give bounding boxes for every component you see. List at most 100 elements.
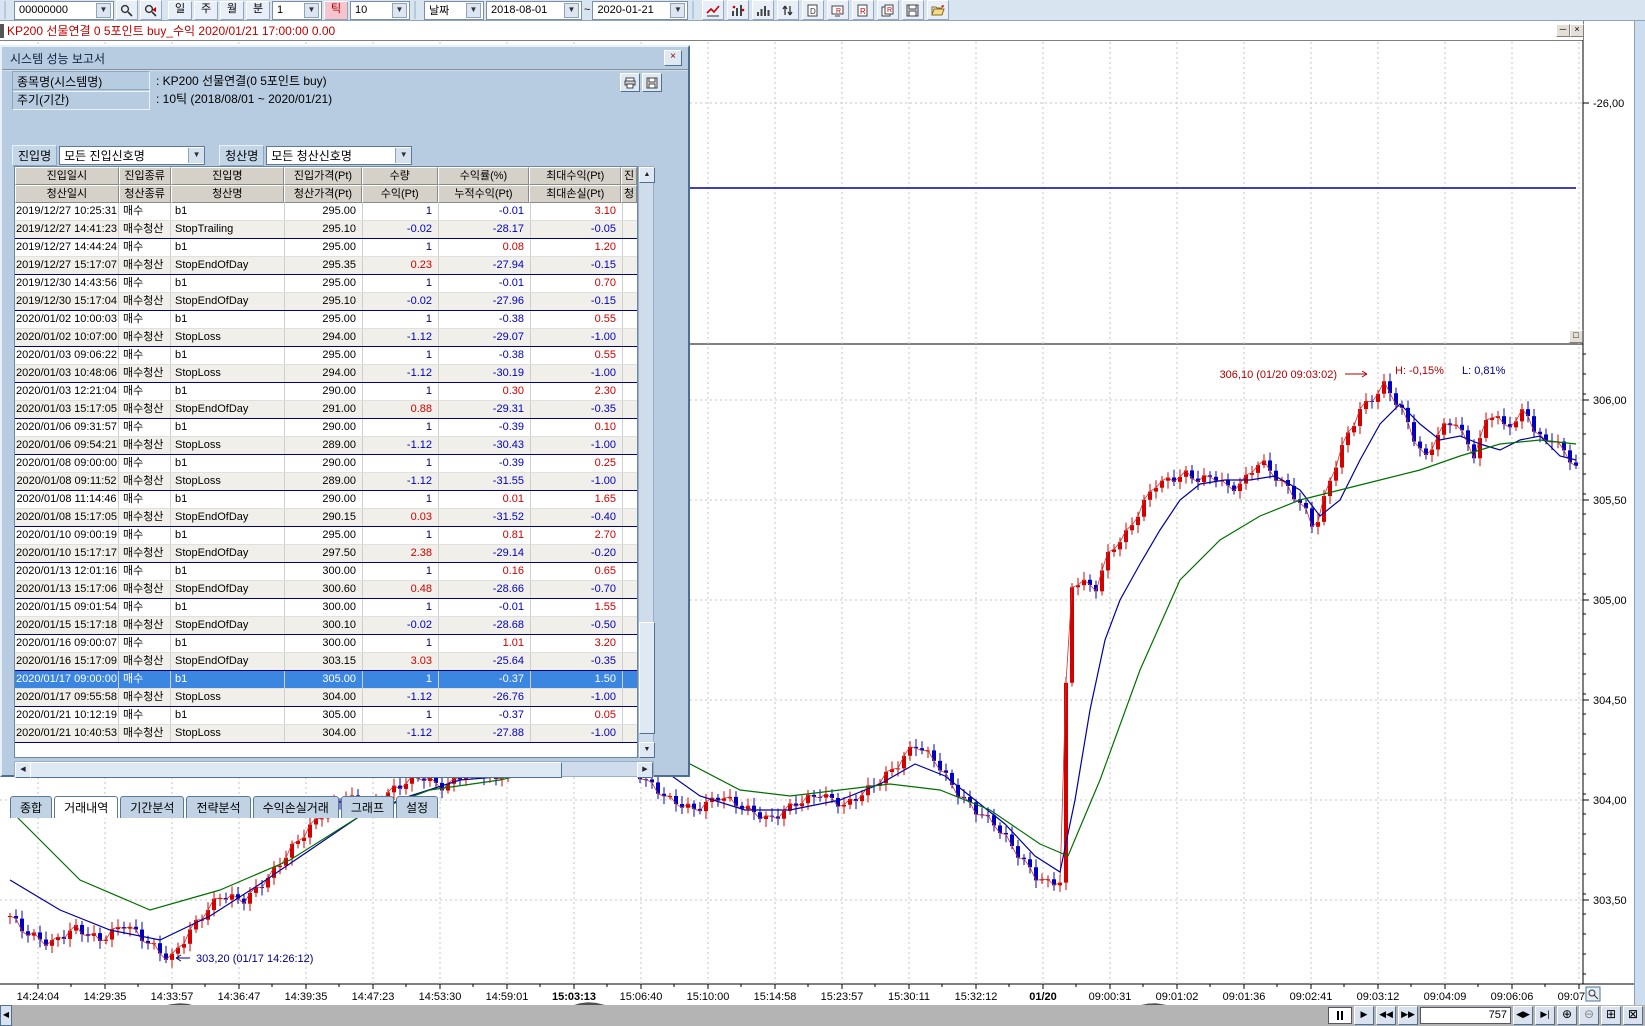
- pages-r-button[interactable]: R: [877, 0, 899, 20]
- table-row[interactable]: 2020/01/17 09:55:58매수청산StopLoss304.00-1.…: [15, 689, 637, 707]
- search-button[interactable]: [116, 0, 138, 20]
- page-r-button[interactable]: R: [852, 0, 874, 20]
- period-button-월[interactable]: 월: [220, 1, 244, 20]
- period-button-일[interactable]: 일: [168, 1, 192, 20]
- hscroll-thumb[interactable]: [30, 762, 562, 778]
- date-from-combo[interactable]: 2018-08-01 ▼: [486, 1, 582, 20]
- table-row[interactable]: 2019/12/27 15:17:07매수청산StopEndOfDay295.3…: [15, 257, 637, 275]
- open-folder-button[interactable]: [927, 0, 949, 20]
- dialog-close-button[interactable]: ×: [664, 50, 682, 66]
- scroll-left-icon[interactable]: ◀: [15, 762, 31, 778]
- monitor-r-button[interactable]: R: [827, 0, 849, 20]
- table-row[interactable]: 2020/01/21 10:40:53매수청산StopLoss304.00-1.…: [15, 725, 637, 743]
- date-to-combo[interactable]: 2020-01-21 ▼: [592, 1, 688, 20]
- column-header[interactable]: 최대수익(Pt): [529, 167, 621, 185]
- step-back-button[interactable]: ◀◀: [1376, 1006, 1396, 1025]
- period-button-분[interactable]: 분: [246, 1, 270, 20]
- table-row[interactable]: 2020/01/03 15:17:05매수청산StopEndOfDay291.0…: [15, 401, 637, 419]
- table-row[interactable]: 2020/01/13 12:01:16매수b1300.0010.160.65: [15, 563, 637, 581]
- table-row[interactable]: 2020/01/13 15:17:06매수청산StopEndOfDay300.6…: [15, 581, 637, 599]
- minute-combo[interactable]: 1 ▼: [272, 1, 322, 20]
- table-row[interactable]: 2020/01/16 15:17:09매수청산StopEndOfDay303.1…: [15, 653, 637, 671]
- sort-arrows-button[interactable]: [777, 0, 799, 20]
- table-row[interactable]: 2020/01/06 09:31:57매수b1290.001-0.390.10: [15, 419, 637, 437]
- bars-signal-button[interactable]: [727, 0, 749, 20]
- column-header[interactable]: 최대손실(Pt): [529, 185, 621, 203]
- pause-button[interactable]: [1328, 1007, 1352, 1024]
- save-button[interactable]: [902, 0, 924, 20]
- step-forward-button[interactable]: ▶▶: [1398, 1006, 1418, 1025]
- tab-종합[interactable]: 종합: [10, 796, 52, 818]
- tab-전략분석[interactable]: 전략분석: [186, 796, 250, 818]
- column-header[interactable]: 청산일시: [15, 185, 119, 203]
- scroll-down-icon[interactable]: ▼: [639, 742, 655, 758]
- time-axis-zoom-button[interactable]: [1586, 987, 1600, 1001]
- table-row[interactable]: 2020/01/16 09:00:07매수b1300.0011.013.20: [15, 635, 637, 653]
- table-row[interactable]: 2020/01/10 09:00:19매수b1295.0010.812.70: [15, 527, 637, 545]
- column-header[interactable]: 진: [621, 167, 637, 185]
- exit-signal-combo[interactable]: 모든 청산신호명 ▼: [266, 146, 412, 165]
- table-row[interactable]: 2019/12/27 14:41:23매수청산StopTrailing295.1…: [15, 221, 637, 239]
- column-header[interactable]: 진입명: [171, 167, 285, 185]
- tab-수익손실거래[interactable]: 수익손실거래: [253, 796, 339, 818]
- table-row[interactable]: 2020/01/08 11:14:46매수b1290.0010.011.65: [15, 491, 637, 509]
- navigator-left-button[interactable]: ◀: [0, 1005, 12, 1026]
- column-header[interactable]: 수량: [362, 167, 438, 185]
- pane-restore-button[interactable]: □: [1569, 330, 1583, 343]
- toolbar-grip[interactable]: [4, 1, 10, 19]
- table-row[interactable]: 2020/01/02 10:00:03매수b1295.001-0.380.55: [15, 311, 637, 329]
- tab-기간분석[interactable]: 기간분석: [120, 796, 184, 818]
- pane-grip-icon[interactable]: [0, 24, 4, 38]
- column-header[interactable]: 청산명: [171, 185, 285, 203]
- table-row[interactable]: 2020/01/10 15:17:17매수청산StopEndOfDay297.5…: [15, 545, 637, 563]
- tab-그래프[interactable]: 그래프: [341, 796, 394, 818]
- right-scroll-strip[interactable]: [1634, 21, 1645, 1005]
- save-report-button[interactable]: [642, 73, 662, 92]
- table-row[interactable]: 2020/01/21 10:12:19매수b1305.001-0.370.05: [15, 707, 637, 725]
- scroll-right-icon[interactable]: ▶: [637, 762, 653, 778]
- close-chart-icon[interactable]: ⊠: [1623, 1006, 1643, 1025]
- table-row[interactable]: 2020/01/08 15:17:05매수청산StopEndOfDay290.1…: [15, 509, 637, 527]
- column-header[interactable]: 진입종류: [119, 167, 171, 185]
- tab-거래내역[interactable]: 거래내역: [54, 796, 118, 818]
- table-row[interactable]: 2020/01/06 09:54:21매수청산StopLoss289.00-1.…: [15, 437, 637, 455]
- tick-button[interactable]: 틱: [324, 1, 348, 20]
- bars-button[interactable]: [752, 0, 774, 20]
- vscroll-thumb[interactable]: [639, 622, 655, 734]
- bar-count-field[interactable]: 757: [1420, 1007, 1511, 1024]
- table-horizontal-scrollbar[interactable]: ◀ ▶: [14, 761, 654, 777]
- table-row[interactable]: 2019/12/27 10:25:31매수b1295.001-0.013.10: [15, 203, 637, 221]
- table-row[interactable]: 2020/01/08 09:00:00매수b1290.001-0.390.25: [15, 455, 637, 473]
- go-to-end-button[interactable]: ▶|: [1535, 1006, 1555, 1025]
- grid-toggle-icon[interactable]: ⊞: [1601, 1006, 1621, 1025]
- print-button[interactable]: [620, 73, 640, 92]
- column-header[interactable]: 청: [621, 185, 637, 203]
- play-button[interactable]: ▶: [1354, 1006, 1374, 1025]
- tick-count-combo[interactable]: 10 ▼: [350, 1, 410, 20]
- entry-signal-combo[interactable]: 모든 진입신호명 ▼: [59, 146, 205, 165]
- table-row[interactable]: 2020/01/15 09:01:54매수b1300.001-0.011.55: [15, 599, 637, 617]
- tab-설정[interactable]: 설정: [396, 796, 438, 818]
- symbol-combo[interactable]: 00000000 ▼: [14, 1, 114, 20]
- column-header[interactable]: 진입일시: [15, 167, 119, 185]
- table-row[interactable]: 2020/01/08 09:11:52매수청산StopLoss289.00-1.…: [15, 473, 637, 491]
- column-header[interactable]: 청산가격(Pt): [284, 185, 362, 203]
- table-vertical-scrollbar[interactable]: ▲ ▼: [638, 166, 654, 758]
- table-row[interactable]: 2020/01/03 09:06:22매수b1295.001-0.380.55: [15, 347, 637, 365]
- table-row[interactable]: 2020/01/03 10:48:06매수청산StopLoss294.00-1.…: [15, 365, 637, 383]
- date-mode-combo[interactable]: 날짜 ▼: [424, 1, 484, 20]
- pane-close-button[interactable]: ×: [1570, 24, 1584, 37]
- column-header[interactable]: 수익률(%): [438, 167, 530, 185]
- expand-horizontal-button[interactable]: ◀▶: [1513, 1006, 1533, 1025]
- zoom-in-icon[interactable]: ⊕: [1557, 1006, 1577, 1025]
- column-header[interactable]: 수익(Pt): [362, 185, 438, 203]
- table-row[interactable]: 2020/01/02 10:07:00매수청산StopLoss294.00-1.…: [15, 329, 637, 347]
- scroll-up-icon[interactable]: ▲: [639, 167, 655, 183]
- column-header[interactable]: 진입가격(Pt): [284, 167, 362, 185]
- table-row[interactable]: 2019/12/27 14:44:24매수b1295.0010.081.20: [15, 239, 637, 257]
- column-header[interactable]: 청산종류: [119, 185, 171, 203]
- table-row[interactable]: 2020/01/15 15:17:18매수청산StopEndOfDay300.1…: [15, 617, 637, 635]
- line-check-button[interactable]: [702, 0, 724, 20]
- document-d-button[interactable]: D: [802, 0, 824, 20]
- table-row[interactable]: 2019/12/30 15:17:04매수청산StopEndOfDay295.1…: [15, 293, 637, 311]
